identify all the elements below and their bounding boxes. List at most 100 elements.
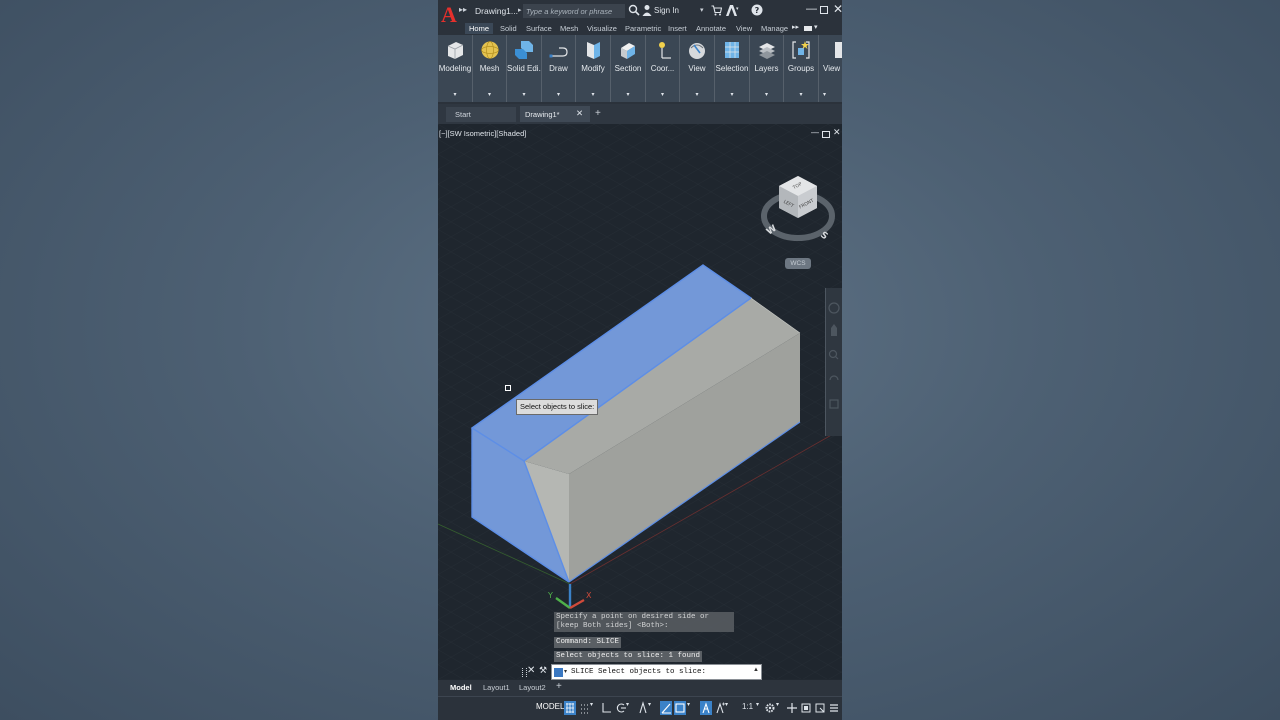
tab-overflow-icon[interactable]: ▸▸ <box>792 23 799 31</box>
chevron-down-icon[interactable]: ▾ <box>715 91 749 98</box>
coordinates-icon <box>658 42 671 59</box>
view-panel-icon <box>835 42 842 58</box>
layers-icon <box>758 43 775 59</box>
close-window-button[interactable]: ✕ <box>833 2 842 16</box>
layers-button[interactable]: Layers ▾ <box>750 35 784 102</box>
ribbon-toggle-dropdown-icon[interactable]: ▾ <box>814 23 818 31</box>
chevron-down-icon[interactable]: ▾ <box>646 91 679 98</box>
chevron-down-icon[interactable]: ▾ <box>576 91 610 98</box>
minimize-button[interactable]: — <box>806 3 817 15</box>
chevron-down-icon[interactable]: ▾ <box>680 91 714 98</box>
annotation-scale[interactable]: 1:1 <box>742 702 753 711</box>
svg-text:?: ? <box>755 6 760 15</box>
section-button[interactable]: Section ▾ <box>611 35 646 102</box>
gear-icon[interactable] <box>764 701 776 715</box>
chevron-down-icon[interactable]: ▾ <box>611 91 645 98</box>
ribbon-toggle-icon[interactable] <box>804 26 812 31</box>
new-tab-button[interactable]: + <box>595 108 601 119</box>
object-snap-tracking-icon[interactable] <box>660 701 672 715</box>
express-tools-icon[interactable]: ▾ <box>725 4 739 17</box>
ortho-icon[interactable] <box>600 701 612 715</box>
groups-button[interactable]: Groups ▾ <box>784 35 819 102</box>
view-panel-label: View <box>823 64 841 73</box>
dynamic-ucs-icon[interactable] <box>700 701 712 715</box>
clean-screen-icon[interactable] <box>814 701 826 715</box>
view-panel-button[interactable]: View ▾ <box>819 35 842 102</box>
chevron-down-icon[interactable]: ▾ <box>473 91 506 98</box>
search-input[interactable] <box>523 4 625 18</box>
tab-home[interactable]: Home <box>465 23 494 34</box>
tab-model[interactable]: Model <box>450 683 472 692</box>
tab-manage[interactable]: Manage <box>761 23 788 34</box>
user-icon[interactable] <box>642 4 652 16</box>
chevron-down-icon[interactable]: ▾ <box>725 701 737 715</box>
solid-edit-icon <box>515 41 533 59</box>
tab-start[interactable]: Start <box>446 107 516 122</box>
ucs-x-label: X <box>586 591 592 600</box>
view-button[interactable]: View ▾ <box>680 35 715 102</box>
chevron-down-icon[interactable]: ▾ <box>750 91 783 98</box>
maximize-button[interactable] <box>820 6 828 14</box>
cart-icon[interactable] <box>711 5 722 16</box>
tab-mesh[interactable]: Mesh <box>560 23 578 34</box>
command-icon[interactable] <box>554 668 563 677</box>
selection-icon <box>725 42 739 58</box>
document-title: Drawing1... <box>475 6 518 16</box>
command-prompt: SLICE Select objects to slice: <box>571 668 707 676</box>
section-icon <box>621 43 635 59</box>
command-history-line: Specify a point on desired side or [keep… <box>554 612 734 632</box>
recent-commands-dropdown-icon[interactable]: ▾ <box>564 668 567 675</box>
help-icon[interactable]: ? <box>751 4 763 16</box>
object-snap-icon[interactable] <box>674 701 686 715</box>
chevron-down-icon[interactable]: ▾ <box>507 91 541 98</box>
chevron-down-icon[interactable]: ▾ <box>648 701 660 715</box>
tab-annotate[interactable]: Annotate <box>696 23 726 34</box>
grid-toggle-icon[interactable] <box>564 701 576 715</box>
chevron-down-icon[interactable]: ▾ <box>687 701 699 715</box>
sign-in-button[interactable]: Sign In <box>654 6 679 15</box>
add-layout-button[interactable]: + <box>556 681 562 692</box>
tab-drawing1-label: Drawing1* <box>525 110 560 119</box>
tab-surface[interactable]: Surface <box>526 23 552 34</box>
search-icon[interactable] <box>628 4 640 16</box>
command-line-input[interactable]: ▾ SLICE Select objects to slice: ▲ <box>551 664 762 680</box>
wrench-icon[interactable]: ⚒ <box>539 665 547 676</box>
section-label: Section <box>614 64 642 73</box>
customization-menu-icon[interactable] <box>828 701 840 715</box>
command-line-close-icon[interactable]: ✕ <box>527 665 535 676</box>
tab-layout1[interactable]: Layout1 <box>483 683 510 692</box>
plus-icon[interactable] <box>786 701 798 715</box>
close-tab-icon[interactable]: ✕ <box>576 108 583 119</box>
model-space-toggle[interactable]: MODEL <box>536 702 564 711</box>
coordinates-button[interactable]: Coor... ▾ <box>646 35 680 102</box>
tab-solid[interactable]: Solid <box>500 23 517 34</box>
tab-visualize[interactable]: Visualize <box>587 23 617 34</box>
sign-in-dropdown-icon[interactable]: ▾ <box>700 6 704 14</box>
ucs-y-label: Y <box>547 591 553 600</box>
modeling-button[interactable]: Modeling ▾ <box>438 35 473 102</box>
command-tooltip: Select objects to slice: <box>516 399 599 415</box>
quick-access-expand-icon[interactable]: ▸▸ <box>459 5 467 14</box>
tab-start-label: Start <box>455 110 471 119</box>
drawing-viewport[interactable]: [−][SW Isometric][Shaded] — ✕ TOP LEFT F… <box>438 124 842 679</box>
chevron-down-icon[interactable]: ▾ <box>823 91 826 98</box>
chevron-down-icon[interactable]: ▾ <box>542 91 575 98</box>
modify-icon <box>587 42 600 59</box>
autocad-window: A ▸▸ Drawing1... ▸ Sign In ▾ ▾ ? — ✕ <box>438 0 842 720</box>
isolate-objects-icon[interactable] <box>800 701 812 715</box>
tab-insert[interactable]: Insert <box>668 23 687 34</box>
draw-button[interactable]: Draw ▾ <box>542 35 576 102</box>
tab-parametric[interactable]: Parametric <box>625 23 661 34</box>
modify-button[interactable]: Modify ▾ <box>576 35 611 102</box>
selection-button[interactable]: Selection ▾ <box>715 35 750 102</box>
box-icon <box>447 42 464 59</box>
tab-layout2[interactable]: Layout2 <box>519 683 546 692</box>
chevron-down-icon[interactable]: ▾ <box>438 91 472 98</box>
search-expand-icon[interactable]: ▸ <box>518 6 522 14</box>
tab-view[interactable]: View <box>736 23 752 34</box>
chevron-down-icon[interactable]: ▾ <box>784 91 818 98</box>
solid-editing-button[interactable]: Solid Edi... ▾ <box>507 35 542 102</box>
mesh-button[interactable]: Mesh ▾ <box>473 35 507 102</box>
solid-model[interactable] <box>438 124 842 679</box>
command-history-expand-icon[interactable]: ▲ <box>753 667 759 673</box>
